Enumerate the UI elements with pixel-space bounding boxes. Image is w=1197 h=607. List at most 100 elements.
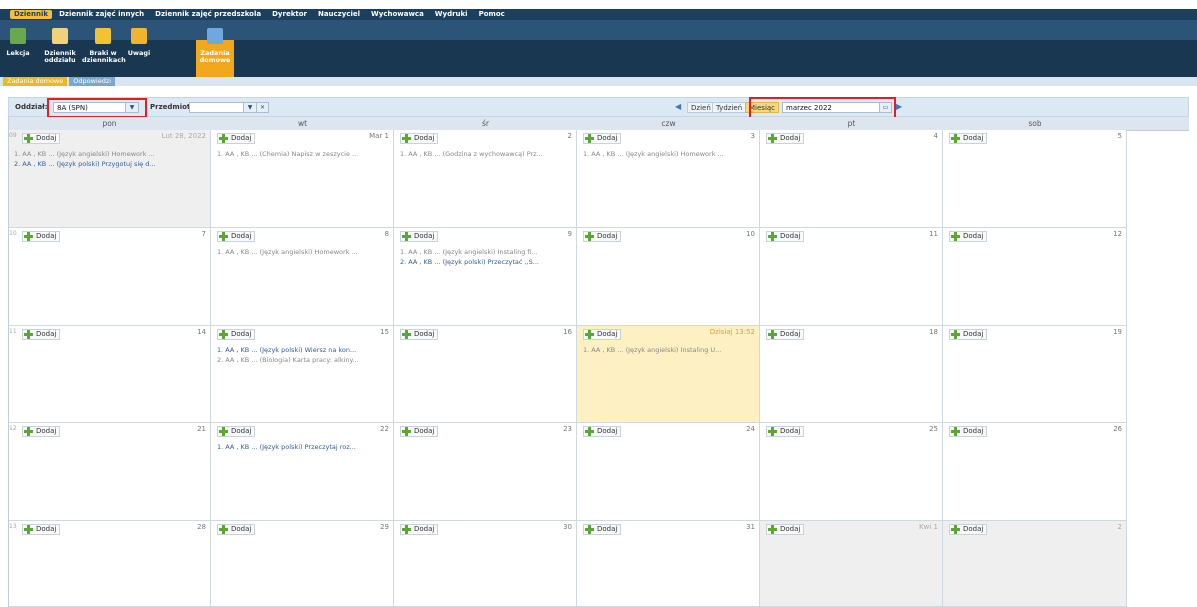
menu-item-3[interactable]: Dyrektor (268, 10, 311, 19)
day-cell[interactable]: Dodaj 23 (394, 423, 577, 521)
day-cell[interactable]: Dodaj 22 1. AA , KB ... (Język polski) Prz… (211, 423, 394, 521)
menu-item-2[interactable]: Dziennik zajęć przedszkola (151, 10, 265, 19)
day-cell[interactable]: Dodaj 31 (577, 521, 760, 607)
add-homework-button[interactable]: Dodaj (583, 524, 622, 535)
add-homework-button[interactable]: Dodaj (583, 231, 622, 242)
day-view-button[interactable]: Dzień (687, 102, 715, 113)
day-cell[interactable]: 11 Dodaj 14 (8, 326, 211, 423)
add-homework-button[interactable]: Dodaj (22, 231, 61, 242)
homework-entry[interactable]: 2. AA , KB ... (Język polski) Przeczytać… (400, 258, 571, 266)
homework-entry[interactable]: 2. AA , KB ... (Język polski) Przygotuj … (14, 160, 205, 168)
day-cell[interactable]: 10 Dodaj 7 (8, 228, 211, 326)
subject-select[interactable]: ▼ ✕ (189, 102, 269, 113)
add-homework-button[interactable]: Dodaj (583, 133, 622, 144)
prev-arrow-icon[interactable]: ◀ (675, 102, 681, 111)
plus-icon (402, 134, 411, 143)
day-cell[interactable]: Dodaj 3 1. AA , KB ... (Język angielski) H… (577, 130, 760, 228)
add-homework-button[interactable]: Dodaj (583, 329, 622, 340)
menu-item-1[interactable]: Dziennik zajęć innych (55, 10, 148, 19)
add-homework-button[interactable]: Dodaj (766, 524, 805, 535)
add-homework-button[interactable]: Dodaj (766, 231, 805, 242)
day-cell[interactable]: Dodaj 11 (760, 228, 943, 326)
add-homework-button[interactable]: Dodaj (400, 329, 439, 340)
add-homework-button[interactable]: Dodaj (949, 329, 988, 340)
add-homework-button[interactable]: Dodaj (400, 426, 439, 437)
day-cell[interactable]: Dodaj 24 (577, 423, 760, 521)
weekday-header: czw (661, 119, 676, 128)
day-cell[interactable]: Dodaj 5 (943, 130, 1127, 228)
week-view-button[interactable]: Tydzień (712, 102, 747, 113)
homework-entry[interactable]: 1. AA , KB ... (Godzina z wychowawcą) Pr… (400, 150, 571, 158)
add-homework-button[interactable]: Dodaj (949, 231, 988, 242)
add-homework-button[interactable]: Dodaj (217, 329, 256, 340)
homework-entry[interactable]: 1. AA , KB ... (Język polski) Przeczytaj… (217, 443, 388, 451)
day-cell[interactable]: Dodaj Mar 1 1. AA , KB ... (Chemia) Napisz… (211, 130, 394, 228)
add-homework-button[interactable]: Dodaj (400, 524, 439, 535)
add-homework-button[interactable]: Dodaj (22, 329, 61, 340)
toolbar-button-3[interactable]: Uwagi (124, 28, 154, 77)
day-cell[interactable]: 13 Dodaj 28 (8, 521, 211, 607)
homework-entry[interactable]: 1. AA , KB ... (Język angielski) Instali… (583, 346, 754, 354)
add-homework-button[interactable]: Dodaj (583, 426, 622, 437)
day-cell[interactable]: Dodaj Dzisiaj 13:52 1. AA , KB ... (Język … (577, 326, 760, 423)
homework-entry[interactable]: 1. AA , KB ... (Język angielski) Homewor… (14, 150, 205, 158)
menu-item-4[interactable]: Nauczyciel (314, 10, 364, 19)
day-cell[interactable]: Dodaj 4 (760, 130, 943, 228)
day-cell[interactable]: 12 Dodaj 21 (8, 423, 211, 521)
day-number: 19 (1113, 328, 1122, 336)
day-cell[interactable]: Dodaj 25 (760, 423, 943, 521)
day-cell[interactable]: Dodaj 29 (211, 521, 394, 607)
add-homework-button[interactable]: Dodaj (22, 524, 61, 535)
next-arrow-icon[interactable]: ▶ (896, 102, 902, 111)
add-homework-button[interactable]: Dodaj (949, 133, 988, 144)
add-homework-button[interactable]: Dodaj (949, 524, 988, 535)
add-homework-button[interactable]: Dodaj (217, 426, 256, 437)
day-cell[interactable]: Dodaj 12 (943, 228, 1127, 326)
toolbar-button-1[interactable]: Dziennik oddziału (40, 28, 80, 77)
homework-entry[interactable]: 1. AA , KB ... (Język angielski) Instali… (400, 248, 571, 256)
day-cell[interactable]: Dodaj 2 1. AA , KB ... (Godzina z wychowaw… (394, 130, 577, 228)
add-homework-button[interactable]: Dodaj (22, 133, 61, 144)
add-homework-button[interactable]: Dodaj (766, 329, 805, 340)
add-homework-button[interactable]: Dodaj (766, 426, 805, 437)
add-homework-button[interactable]: Dodaj (22, 426, 61, 437)
homework-entry[interactable]: 2. AA , KB ... (Biologia) Karta pracy: a… (217, 356, 388, 364)
add-homework-button[interactable]: Dodaj (217, 524, 256, 535)
toolbar-button-4[interactable]: Zadania domowe (196, 28, 234, 77)
day-cell[interactable]: Dodaj 18 (760, 326, 943, 423)
clear-icon[interactable]: ✕ (256, 103, 268, 112)
add-homework-button[interactable]: Dodaj (400, 231, 439, 242)
add-homework-button[interactable]: Dodaj (949, 426, 988, 437)
day-cell[interactable]: Dodaj 15 1. AA , KB ... (Język polski) Wie… (211, 326, 394, 423)
plus-icon (219, 427, 228, 436)
homework-entry[interactable]: 1. AA , KB ... (Język polski) Wiersz na … (217, 346, 388, 354)
day-cell[interactable]: 09 Dodaj Lut 28, 2022 1. AA , KB ... (Język… (8, 130, 211, 228)
day-cell[interactable]: Dodaj 26 (943, 423, 1127, 521)
day-cell[interactable]: Dodaj 9 1. AA , KB ... (Język angielski) I… (394, 228, 577, 326)
homework-entry[interactable]: 1. AA , KB ... (Chemia) Napisz w zeszyci… (217, 150, 388, 158)
subtab-1[interactable]: Odpowiedzi (69, 77, 116, 86)
add-homework-button[interactable]: Dodaj (217, 231, 256, 242)
subtab-0[interactable]: Zadania domowe (3, 77, 68, 86)
homework-entry[interactable]: 1. AA , KB ... (Język angielski) Homewor… (583, 150, 754, 158)
day-cell[interactable]: Dodaj Kwi 1 (760, 521, 943, 607)
day-cell[interactable]: Dodaj 19 (943, 326, 1127, 423)
remarks-icon (131, 28, 147, 44)
day-cell[interactable]: Dodaj 16 (394, 326, 577, 423)
menu-item-7[interactable]: Pomoc (475, 10, 509, 19)
subject-label: Przedmiot: (150, 103, 194, 111)
add-homework-button[interactable]: Dodaj (217, 133, 256, 144)
toolbar-button-0[interactable]: Lekcja (4, 28, 32, 77)
homework-entry[interactable]: 1. AA , KB ... (Język angielski) Homewor… (217, 248, 388, 256)
menu-item-5[interactable]: Wychowawca (367, 10, 428, 19)
day-cell[interactable]: Dodaj 30 (394, 521, 577, 607)
chevron-down-icon[interactable]: ▼ (243, 103, 256, 112)
menu-item-6[interactable]: Wydruki (431, 10, 472, 19)
day-cell[interactable]: Dodaj 10 (577, 228, 760, 326)
day-cell[interactable]: Dodaj 8 1. AA , KB ... (Język angielski) H… (211, 228, 394, 326)
day-cell[interactable]: Dodaj 2 (943, 521, 1127, 607)
menu-item-0[interactable]: Dziennik (10, 10, 53, 19)
add-homework-button[interactable]: Dodaj (766, 133, 805, 144)
add-homework-button[interactable]: Dodaj (400, 133, 439, 144)
toolbar-button-2[interactable]: Braki w dziennikach (82, 28, 126, 77)
